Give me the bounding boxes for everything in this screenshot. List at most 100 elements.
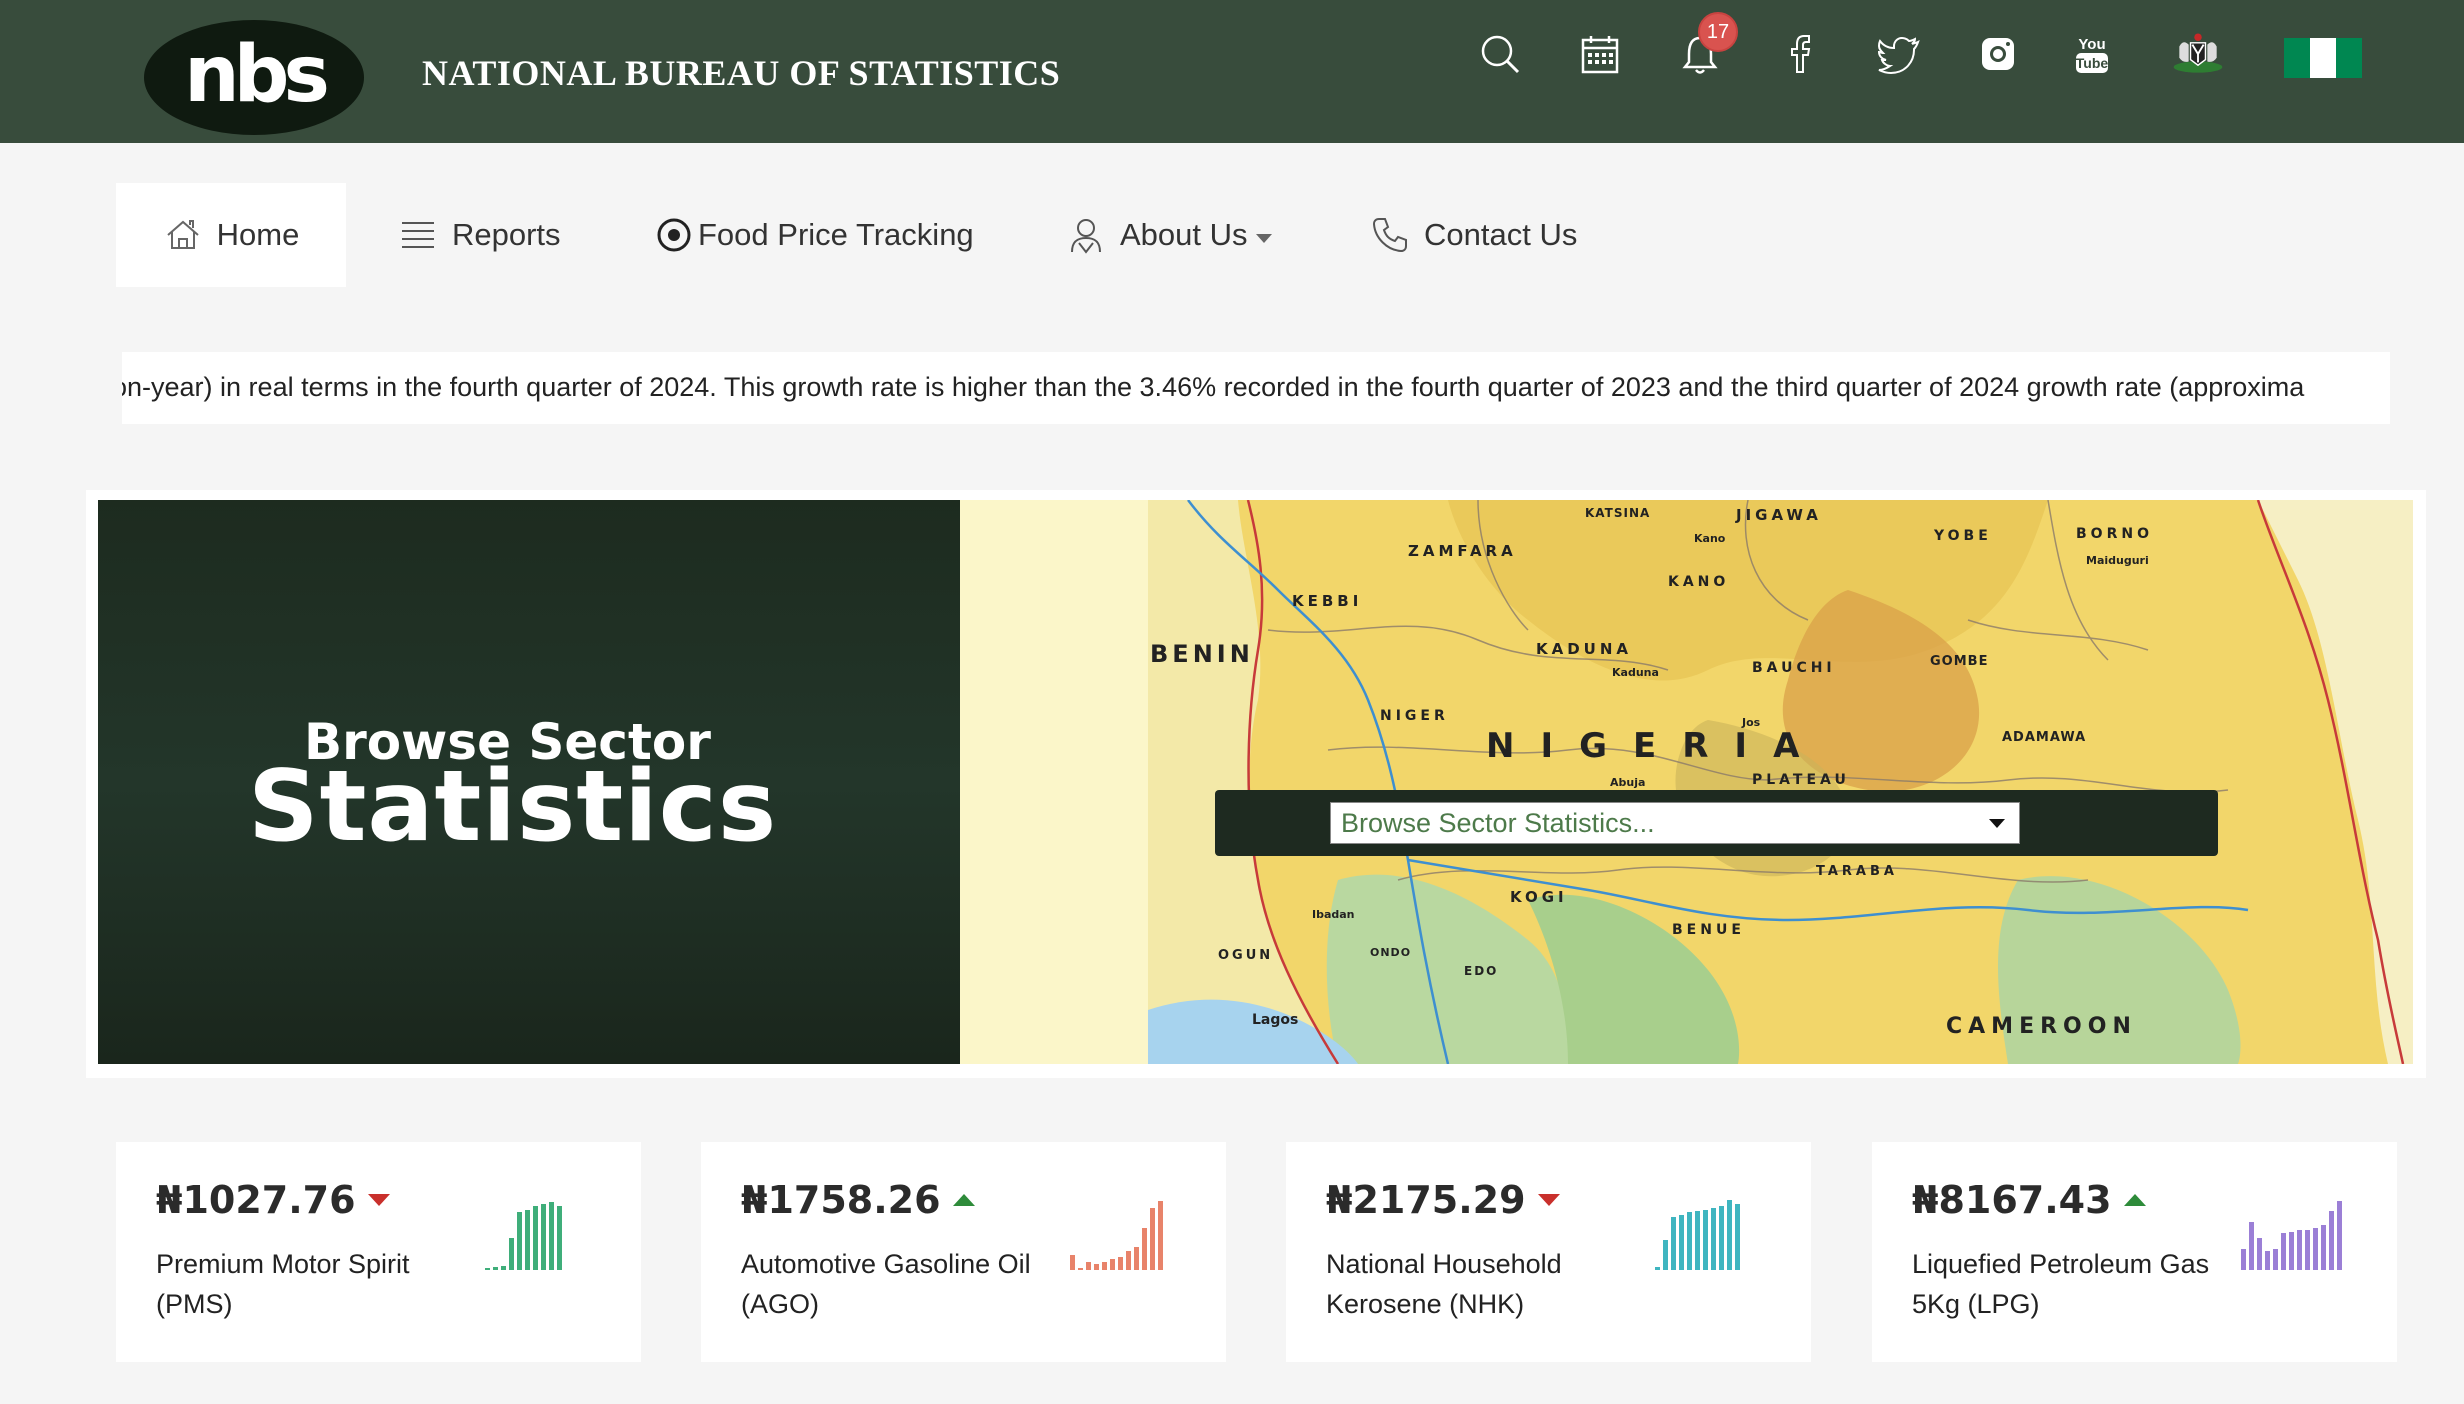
sparkline-bar (1110, 1259, 1115, 1270)
sparkline-bar (1655, 1267, 1660, 1270)
trend-down-icon (1537, 1194, 1560, 1206)
sparkline-bar (2313, 1228, 2318, 1270)
map-label-ogun: OGUN (1218, 948, 1274, 963)
price-card-pms[interactable]: ₦1027.76 Premium Motor Spirit (PMS) (116, 1142, 641, 1362)
nav-home[interactable]: Home (116, 183, 346, 287)
sparkline-bar (2281, 1233, 2286, 1270)
price-card-ago[interactable]: ₦1758.26 Automotive Gasoline Oil (AGO) (701, 1142, 1226, 1362)
sparkline-bar (2329, 1211, 2334, 1270)
map-label-lagos: Lagos (1252, 1012, 1299, 1028)
nav-contact-us[interactable]: Contact Us (1370, 183, 1577, 287)
flag-left-band (2284, 38, 2310, 78)
map-label-edo: EDO (1464, 964, 1499, 978)
sparkline-chart (1070, 1200, 1188, 1270)
nav-home-label: Home (216, 217, 300, 252)
facebook-icon[interactable] (1776, 30, 1824, 78)
logo-text: nbs (184, 29, 330, 120)
sparkline-bar (541, 1204, 546, 1270)
trend-up-icon (2123, 1194, 2146, 1206)
banner-title: Statistics (248, 750, 778, 864)
sparkline-bar (1142, 1228, 1147, 1270)
svg-text:Tube: Tube (2076, 55, 2109, 71)
map-label-niger: NIGER (1380, 708, 1449, 724)
sparkline-bar (2321, 1225, 2326, 1270)
chevron-down-icon (1255, 233, 1272, 243)
sparkline-bar (1719, 1206, 1724, 1270)
calendar-icon[interactable] (1576, 30, 1624, 78)
nav-reports[interactable]: Reports (398, 183, 561, 287)
price-row: ₦8167.43 (1912, 1178, 2146, 1222)
search-icon[interactable] (1476, 30, 1524, 78)
user-icon (1071, 219, 1101, 254)
map-label-kano: KANO (1668, 574, 1730, 590)
instagram-icon[interactable] (1974, 30, 2022, 78)
sparkline-bar (2305, 1230, 2310, 1270)
site-title: NATIONAL BUREAU OF STATISTICS (422, 53, 1061, 93)
map-label-borno: BORNO (2076, 526, 2153, 542)
nigeria-flag-icon[interactable] (2284, 38, 2362, 78)
home-icon (166, 220, 199, 249)
price-value: ₦1758.26 (741, 1178, 941, 1222)
map-label-ibadan: Ibadan (1312, 908, 1355, 921)
sparkline-bar (1086, 1262, 1091, 1270)
sparkline-bar (2257, 1238, 2262, 1270)
price-card-lpg[interactable]: ₦8167.43 Liquefied Petroleum Gas 5Kg (LP… (1872, 1142, 2397, 1362)
price-row: ₦1758.26 (741, 1178, 975, 1222)
sparkline-bar (2241, 1249, 2246, 1270)
sparkline-bar (509, 1238, 514, 1270)
sparkline-bar (1102, 1262, 1107, 1270)
price-value: ₦1027.76 (156, 1178, 356, 1222)
price-value: ₦2175.29 (1326, 1178, 1526, 1222)
sparkline-bar (1126, 1251, 1131, 1270)
sparkline-bar (2337, 1201, 2342, 1270)
map-label-jigawa: JIGAWA (1736, 506, 1822, 524)
sparkline-bar (557, 1206, 562, 1270)
price-row: ₦1027.76 (156, 1178, 390, 1222)
sparkline-chart (2241, 1200, 2359, 1270)
price-value: ₦8167.43 (1912, 1178, 2112, 1222)
notification-badge[interactable]: 17 (1698, 12, 1738, 52)
youtube-icon[interactable]: You Tube (2068, 30, 2116, 78)
sparkline-bar (2273, 1249, 2278, 1270)
sparkline-chart (1655, 1200, 1773, 1270)
sparkline-bar (1671, 1217, 1676, 1270)
sparkline-bar (2249, 1222, 2254, 1270)
map-label-yobe: YOBE (1934, 528, 1992, 544)
sparkline-bar (1727, 1200, 1732, 1270)
map-label-abuja: Abuja (1610, 776, 1646, 789)
sector-select-value: Browse Sector Statistics... (1341, 807, 1655, 838)
map-label-cameroon: CAMEROON (1946, 1014, 2137, 1039)
sparkline-bar (549, 1202, 554, 1270)
map-label-jos: Jos (1742, 716, 1761, 729)
nav-reports-label: Reports (452, 217, 561, 252)
sector-select-dropdown[interactable]: Browse Sector Statistics... (1330, 802, 2020, 844)
sparkline-bar (533, 1206, 538, 1270)
nbs-logo[interactable]: nbs (144, 20, 364, 135)
sparkline-chart (485, 1200, 603, 1270)
map-label-maiduguri: Maiduguri (2086, 554, 2149, 567)
price-card-nhk[interactable]: ₦2175.29 National Household Kerosene (NH… (1286, 1142, 1811, 1362)
map-label-ondo: ONDO (1370, 946, 1412, 959)
sparkline-bar (2289, 1232, 2294, 1270)
nav-food-price-tracking[interactable]: Food Price Tracking (654, 183, 974, 287)
map-label-adamawa: ADAMAWA (2002, 730, 2087, 745)
news-ticker[interactable]: on-year) in real terms in the fourth qua… (122, 352, 2390, 424)
map-label-kaduna-city: Kaduna (1612, 666, 1659, 679)
nav-about-us[interactable]: About Us (1066, 183, 1272, 287)
twitter-icon[interactable] (1876, 30, 1924, 78)
map-label-plateau: PLATEAU (1752, 772, 1850, 788)
news-ticker-text: on-year) in real terms in the fourth qua… (122, 372, 2305, 402)
nav-about-us-label: About Us (1120, 217, 1248, 252)
map-label-kaduna: KADUNA (1536, 640, 1633, 658)
map-label-benin: BENIN (1150, 640, 1254, 668)
sparkline-bar (1094, 1264, 1099, 1270)
map-label-bauchi: BAUCHI (1752, 660, 1836, 676)
list-icon (402, 222, 434, 248)
price-product-name: Liquefied Petroleum Gas 5Kg (LPG) (1912, 1249, 2210, 1319)
chevron-down-icon (1989, 819, 2005, 828)
coat-of-arms-icon[interactable] (2168, 30, 2228, 78)
trend-down-icon (367, 1194, 390, 1206)
phone-icon (1372, 218, 1407, 253)
price-product-name: Automotive Gasoline Oil (AGO) (741, 1249, 1031, 1319)
sparkline-bar (1134, 1247, 1139, 1270)
